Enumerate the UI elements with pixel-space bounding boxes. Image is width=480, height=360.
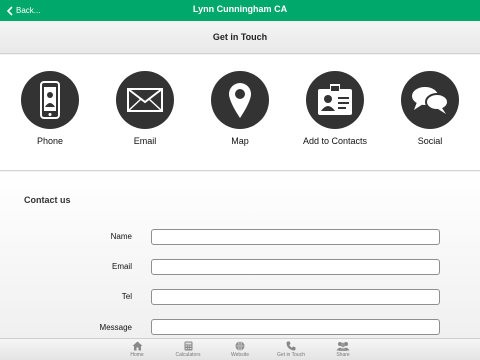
tab-get-in-touch-label: Get in Touch [277, 352, 305, 358]
map-label: Map [231, 136, 249, 146]
email-action[interactable]: Email [105, 71, 185, 146]
contact-actions-row: Phone Email Map Add to Contacts Social [0, 55, 480, 171]
calculator-icon [184, 341, 192, 351]
phone-icon [21, 71, 79, 129]
envelope-icon [116, 71, 174, 129]
message-field[interactable] [151, 319, 440, 335]
tel-label: Tel [121, 292, 132, 301]
tab-share[interactable]: Share [318, 341, 368, 358]
name-field[interactable] [151, 229, 440, 245]
name-label: Name [110, 232, 132, 241]
phone-handset-icon [286, 341, 296, 351]
bottom-tab-bar: Home Calculators Website Get in Touch Sh… [0, 338, 480, 360]
phone-label: Phone [36, 136, 64, 146]
social-label: Social [417, 136, 443, 146]
page-title: Get in Touch [0, 21, 480, 54]
home-icon [132, 341, 142, 351]
tab-calculators-label: Calculators [175, 352, 201, 358]
contact-card-icon [306, 71, 364, 129]
tab-website-label: Website [231, 352, 249, 358]
tab-calculators[interactable]: Calculators [163, 341, 213, 358]
top-nav-bar: Back... Lynn Cunningham CA [0, 0, 480, 21]
tab-home[interactable]: Home [112, 341, 162, 358]
tab-share-label: Share [336, 352, 350, 358]
app-title: Lynn Cunningham CA [192, 4, 288, 14]
chat-bubbles-icon [401, 71, 459, 129]
tab-home-label: Home [130, 352, 144, 358]
map-action[interactable]: Map [200, 71, 280, 146]
add-to-contacts-action[interactable]: Add to Contacts [295, 71, 375, 146]
people-icon [336, 342, 350, 351]
social-action[interactable]: Social [390, 71, 470, 146]
tel-field[interactable] [151, 289, 440, 305]
contact-form: Contact us Name Email Tel Message [0, 172, 480, 338]
add-to-contacts-label: Add to Contacts [302, 136, 368, 146]
tab-get-in-touch[interactable]: Get in Touch [266, 341, 316, 358]
tab-website[interactable]: Website [215, 341, 265, 358]
contact-form-heading: Contact us [24, 195, 71, 205]
email-field-label: Email [111, 262, 132, 271]
phone-action[interactable]: Phone [10, 71, 90, 146]
map-pin-icon [211, 71, 269, 129]
email-field[interactable] [151, 259, 440, 275]
email-label: Email [133, 136, 157, 146]
message-label: Message [99, 323, 132, 332]
globe-icon [235, 341, 245, 351]
